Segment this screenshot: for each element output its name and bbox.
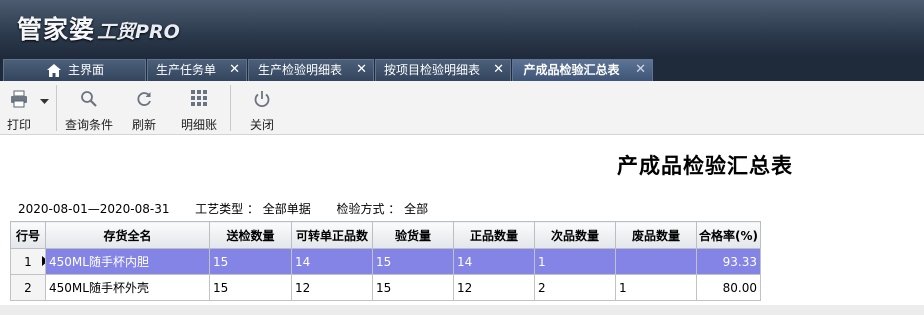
refresh-label: 刷新 bbox=[131, 118, 156, 132]
table-cell[interactable] bbox=[615, 248, 697, 275]
tab-label: 生产检验明细表 bbox=[257, 63, 342, 77]
summary-table: 行号 存货全名 送检数量 可转单正品数 验货量 正品数量 次品数量 废品数量 合… bbox=[10, 221, 761, 301]
row-number-cell[interactable]: 1 bbox=[10, 248, 46, 275]
close-icon[interactable]: ✕ bbox=[229, 60, 240, 80]
table-cell[interactable]: 450ML随手杯外壳 bbox=[45, 274, 210, 301]
date-range: 2020-08-01—2020-08-31 bbox=[18, 202, 170, 216]
column-header[interactable]: 可转单正品数 bbox=[291, 221, 373, 249]
toolbar-divider bbox=[56, 85, 57, 131]
toolbar-divider bbox=[230, 85, 231, 131]
tab-production-inspection[interactable]: 生产检验明细表 ✕ bbox=[248, 59, 374, 81]
tab-item-inspection[interactable]: 按项目检验明细表 ✕ bbox=[375, 59, 511, 81]
close-label: 关闭 bbox=[249, 118, 274, 132]
process-type-value: 全部单据 bbox=[262, 202, 311, 216]
table-cell[interactable]: 14 bbox=[453, 248, 535, 275]
table-cell[interactable]: 450ML随手杯内胆 bbox=[45, 248, 210, 275]
table-cell[interactable]: 12 bbox=[291, 274, 373, 301]
column-header[interactable]: 送检数量 bbox=[209, 221, 292, 249]
report-title: 产成品检验汇总表 bbox=[617, 153, 793, 178]
home-icon bbox=[47, 64, 61, 77]
close-icon[interactable]: ✕ bbox=[635, 60, 646, 80]
printer-icon bbox=[11, 90, 27, 108]
search-icon bbox=[81, 91, 97, 107]
chevron-down-icon[interactable] bbox=[40, 99, 49, 105]
table-cell[interactable]: 1 bbox=[534, 248, 616, 275]
power-icon bbox=[254, 91, 270, 108]
close-button[interactable]: 关闭 bbox=[242, 81, 282, 134]
table-cell[interactable]: 80.00 bbox=[696, 274, 761, 301]
tab-label: 生产任务单 bbox=[155, 63, 216, 77]
column-header[interactable]: 验货量 bbox=[372, 221, 454, 249]
table-cell[interactable]: 12 bbox=[453, 274, 535, 301]
column-header[interactable]: 正品数量 bbox=[453, 221, 535, 249]
report-filters: 2020-08-01—2020-08-31 工艺类型 ： 全部单据 检验方式 ：… bbox=[18, 200, 428, 217]
inspect-method-label: 检验方式 ： bbox=[336, 202, 401, 216]
table-cell[interactable]: 15 bbox=[209, 274, 292, 301]
query-label: 查询条件 bbox=[64, 118, 113, 132]
table-cell[interactable]: 15 bbox=[372, 248, 454, 275]
column-header[interactable]: 废品数量 bbox=[615, 221, 697, 249]
row-number: 1 bbox=[24, 254, 32, 269]
current-row-indicator-icon bbox=[42, 256, 45, 266]
print-label: 打印 bbox=[6, 118, 31, 132]
column-header[interactable]: 行号 bbox=[10, 221, 46, 249]
tab-home[interactable]: 主界面 bbox=[3, 59, 146, 81]
table-header-row: 行号 存货全名 送检数量 可转单正品数 验货量 正品数量 次品数量 废品数量 合… bbox=[10, 221, 761, 249]
table-row[interactable]: 1 450ML随手杯内胆 15 14 15 14 1 93.33 bbox=[10, 248, 761, 275]
print-button[interactable]: 打印 bbox=[2, 81, 52, 134]
table-cell[interactable]: 14 bbox=[291, 248, 373, 275]
close-icon[interactable]: ✕ bbox=[493, 60, 504, 80]
tab-finished-goods-summary[interactable]: 产成品检验汇总表 ✕ bbox=[512, 59, 653, 81]
tab-label: 产成品检验汇总表 bbox=[523, 63, 620, 77]
bottom-scroll-area bbox=[0, 305, 924, 315]
query-button[interactable]: 查询条件 bbox=[60, 81, 118, 134]
table-cell[interactable]: 2 bbox=[534, 274, 616, 301]
logo-sub-text: 工贸PRO bbox=[97, 21, 180, 43]
app-logo: 管家婆 工贸PRO bbox=[17, 10, 180, 46]
table-cell[interactable]: 93.33 bbox=[696, 248, 761, 275]
table-cell[interactable]: 15 bbox=[372, 274, 454, 301]
detail-ledger-label: 明细账 bbox=[180, 118, 217, 132]
table-row[interactable]: 2 450ML随手杯外壳 15 12 15 12 2 1 80.00 bbox=[10, 274, 761, 301]
detail-ledger-button[interactable]: 明细账 bbox=[176, 81, 222, 134]
logo-main-text: 管家婆 bbox=[17, 15, 96, 44]
inspect-method-value: 全部 bbox=[404, 202, 429, 216]
process-type-label: 工艺类型 ： bbox=[195, 202, 259, 216]
grid-icon bbox=[191, 90, 207, 106]
toolbar: 打印 查询条件 刷新 明细账 关闭 bbox=[0, 81, 924, 135]
close-icon[interactable]: ✕ bbox=[356, 60, 367, 80]
tab-label: 按项目检验明细表 bbox=[383, 63, 480, 77]
refresh-button[interactable]: 刷新 bbox=[124, 81, 164, 134]
tab-label: 主界面 bbox=[68, 63, 105, 77]
tab-production-task[interactable]: 生产任务单 ✕ bbox=[147, 59, 247, 81]
tab-bar: 主界面 生产任务单 ✕ 生产检验明细表 ✕ 按项目检验明细表 ✕ 产成品检验汇总… bbox=[0, 57, 924, 81]
column-header[interactable]: 存货全名 bbox=[45, 221, 210, 249]
table-cell[interactable]: 1 bbox=[615, 274, 697, 301]
refresh-icon bbox=[137, 92, 151, 106]
table-cell[interactable]: 15 bbox=[209, 248, 292, 275]
column-header[interactable]: 次品数量 bbox=[534, 221, 616, 249]
row-number-cell[interactable]: 2 bbox=[10, 274, 46, 301]
column-header[interactable]: 合格率(%) bbox=[696, 221, 761, 249]
row-number: 2 bbox=[24, 280, 32, 295]
app-banner: 管家婆 工贸PRO bbox=[0, 0, 924, 57]
